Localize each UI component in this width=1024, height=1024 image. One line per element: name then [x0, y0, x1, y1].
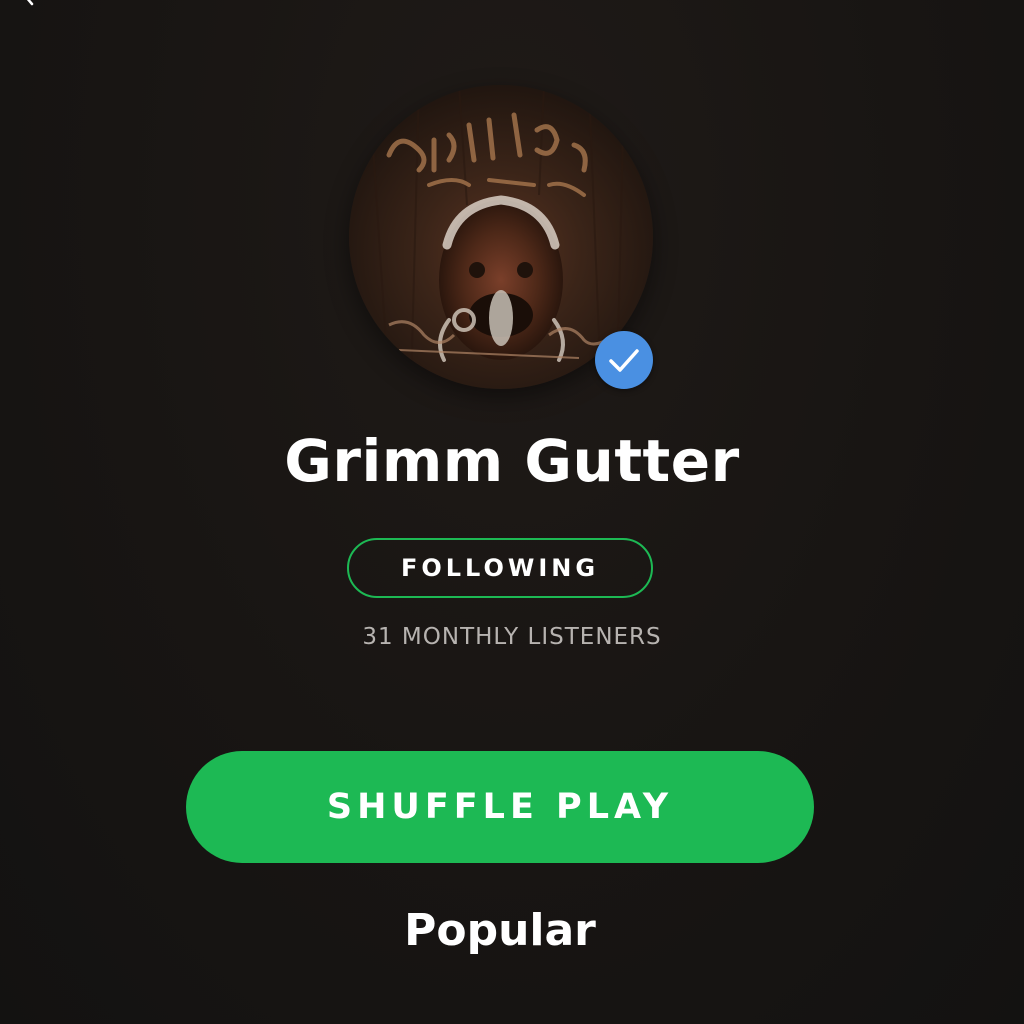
monthly-listeners: 31 MONTHLY LISTENERS	[362, 624, 662, 650]
verified-check-icon	[595, 331, 653, 389]
popular-section-title: Popular	[404, 905, 596, 956]
shuffle-play-button[interactable]: SHUFFLE PLAY	[186, 751, 814, 863]
chevron-left-icon[interactable]	[18, 0, 40, 8]
following-button[interactable]: FOLLOWING	[347, 538, 653, 598]
artist-name: Grimm Gutter	[284, 427, 740, 495]
